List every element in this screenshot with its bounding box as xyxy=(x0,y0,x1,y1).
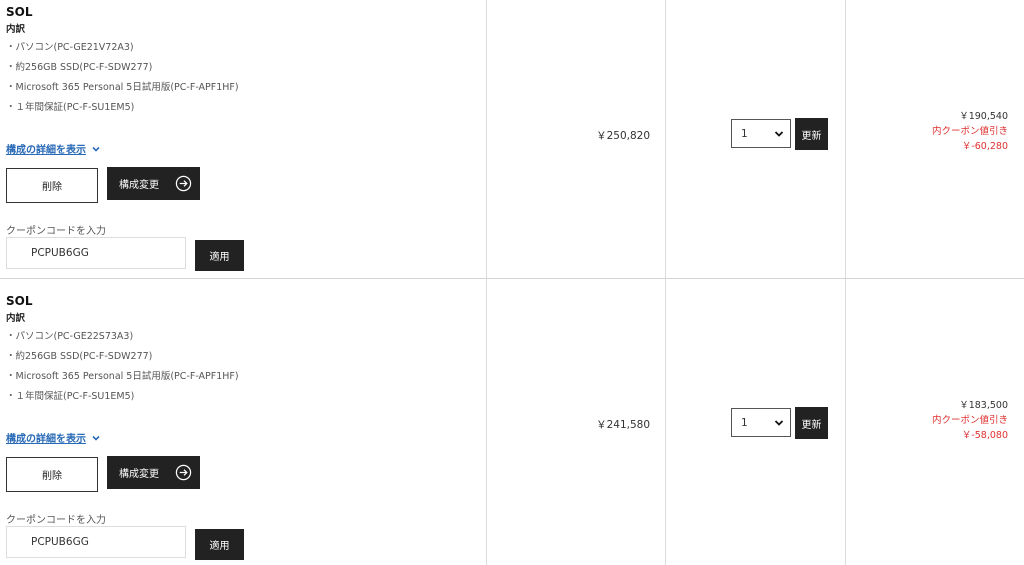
show-details-label: 構成の詳細を表示 xyxy=(6,434,86,445)
unit-price: ￥241,580 xyxy=(596,419,650,431)
coupon-label: クーポンコードを入力 xyxy=(6,226,106,237)
coupon-discount-label: 内クーポン値引き xyxy=(931,415,1008,426)
update-button[interactable]: 更新 xyxy=(795,407,828,439)
breakdown-item: ・パソコン(PC-GE21V72A3) xyxy=(6,42,134,53)
product-name: SOL xyxy=(6,5,33,19)
total-price: ￥190,540 xyxy=(959,111,1008,122)
show-details-link[interactable]: 構成の詳細を表示 xyxy=(6,430,102,445)
breakdown-label: 内訳 xyxy=(6,313,26,324)
chevron-down-icon xyxy=(774,419,784,426)
breakdown-label: 内訳 xyxy=(6,24,26,35)
change-config-button[interactable]: 構成変更 xyxy=(107,456,200,489)
cart-row: SOL 内訳 ・パソコン(PC-GE21V72A3) ・約256GB SSD(P… xyxy=(0,0,1024,278)
coupon-discount-label: 内クーポン値引き xyxy=(931,126,1008,137)
delete-button[interactable]: 削除 xyxy=(6,457,98,492)
breakdown-item: ・１年間保証(PC-F-SU1EM5) xyxy=(6,391,135,402)
chevron-down-icon xyxy=(92,435,100,441)
arrow-right-circle-icon xyxy=(175,175,192,192)
breakdown-item: ・Microsoft 365 Personal 5日試用版(PC-F-APF1H… xyxy=(6,371,239,382)
total-price: ￥183,500 xyxy=(959,400,1008,411)
unit-price: ￥250,820 xyxy=(596,130,650,142)
coupon-input[interactable]: PCPUB6GG xyxy=(6,237,186,269)
row-total: ￥183,500 内クーポン値引き ￥-58,080 xyxy=(932,398,1008,443)
change-config-label: 構成変更 xyxy=(119,180,159,191)
apply-coupon-button[interactable]: 適用 xyxy=(195,240,244,271)
breakdown-item: ・約256GB SSD(PC-F-SDW277) xyxy=(6,351,153,362)
product-info: SOL 内訳 ・パソコン(PC-GE22S73A3) ・約256GB SSD(P… xyxy=(6,294,476,560)
apply-coupon-button[interactable]: 適用 xyxy=(195,529,244,560)
product-name: SOL xyxy=(6,294,33,308)
delete-button[interactable]: 削除 xyxy=(6,168,98,203)
breakdown-list: ・パソコン(PC-GE22S73A3) ・約256GB SSD(PC-F-SDW… xyxy=(6,327,476,407)
quantity-value: 1 xyxy=(741,416,748,429)
cart-row: SOL 内訳 ・パソコン(PC-GE22S73A3) ・約256GB SSD(P… xyxy=(0,279,1024,565)
arrow-right-circle-icon xyxy=(175,464,192,481)
quantity-value: 1 xyxy=(741,127,748,140)
breakdown-item: ・Microsoft 365 Personal 5日試用版(PC-F-APF1H… xyxy=(6,82,239,93)
breakdown-item: ・約256GB SSD(PC-F-SDW277) xyxy=(6,62,153,73)
cart-table: SOL 内訳 ・パソコン(PC-GE21V72A3) ・約256GB SSD(P… xyxy=(0,0,1024,565)
coupon-input[interactable]: PCPUB6GG xyxy=(6,526,186,558)
coupon-discount-amount: ￥-60,280 xyxy=(961,141,1008,152)
product-info: SOL 内訳 ・パソコン(PC-GE21V72A3) ・約256GB SSD(P… xyxy=(6,5,476,271)
breakdown-item: ・１年間保証(PC-F-SU1EM5) xyxy=(6,102,135,113)
chevron-down-icon xyxy=(92,146,100,152)
quantity-select[interactable]: 1 xyxy=(731,408,791,437)
update-button[interactable]: 更新 xyxy=(795,118,828,150)
show-details-label: 構成の詳細を表示 xyxy=(6,145,86,156)
breakdown-list: ・パソコン(PC-GE21V72A3) ・約256GB SSD(PC-F-SDW… xyxy=(6,38,476,118)
coupon-label: クーポンコードを入力 xyxy=(6,515,106,526)
chevron-down-icon xyxy=(774,130,784,137)
change-config-label: 構成変更 xyxy=(119,469,159,480)
row-total: ￥190,540 内クーポン値引き ￥-60,280 xyxy=(932,109,1008,154)
coupon-discount-amount: ￥-58,080 xyxy=(961,430,1008,441)
breakdown-item: ・パソコン(PC-GE22S73A3) xyxy=(6,331,134,342)
show-details-link[interactable]: 構成の詳細を表示 xyxy=(6,141,102,156)
quantity-select[interactable]: 1 xyxy=(731,119,791,148)
change-config-button[interactable]: 構成変更 xyxy=(107,167,200,200)
